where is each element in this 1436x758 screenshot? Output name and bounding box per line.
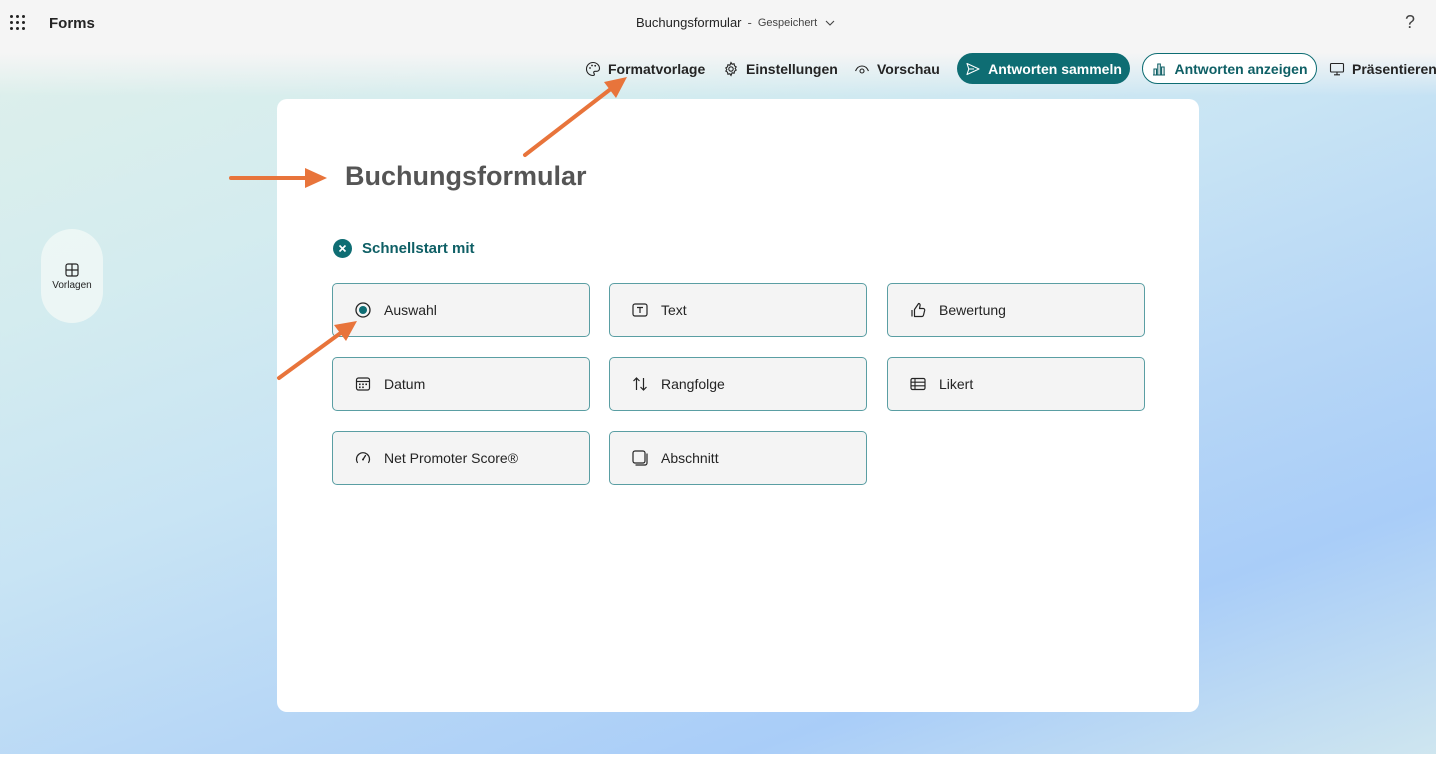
present-label: Präsentieren	[1352, 61, 1436, 77]
question-type-nps[interactable]: Net Promoter Score®	[332, 431, 590, 485]
bottom-edge	[0, 754, 1436, 758]
question-type-choice[interactable]: Auswahl	[332, 283, 590, 337]
title-separator: -	[747, 15, 752, 30]
question-type-text[interactable]: Text	[609, 283, 867, 337]
send-icon	[966, 62, 980, 75]
form-title[interactable]: Buchungsformular	[345, 161, 587, 192]
question-type-label: Bewertung	[939, 302, 1006, 318]
sort-arrows-icon	[633, 377, 647, 391]
question-type-date[interactable]: Datum	[332, 357, 590, 411]
question-type-label: Rangfolge	[661, 376, 725, 392]
view-responses-button[interactable]: Antworten anzeigen	[1142, 53, 1317, 84]
eye-icon	[854, 65, 870, 74]
preview-label: Vorschau	[877, 61, 940, 77]
section-icon	[632, 450, 648, 466]
chevron-down-icon	[825, 20, 835, 26]
document-title-text: Buchungsformular	[636, 15, 742, 30]
preview-button[interactable]: Vorschau	[854, 53, 940, 85]
question-type-label: Datum	[384, 376, 426, 392]
thumbs-up-icon	[911, 302, 926, 318]
question-type-rating[interactable]: Bewertung	[887, 283, 1145, 337]
templates-button[interactable]: Vorlagen	[41, 229, 103, 323]
question-type-label: Net Promoter Score®	[384, 450, 519, 466]
close-icon[interactable]	[333, 239, 352, 258]
gear-icon	[725, 61, 737, 77]
text-box-icon	[632, 303, 648, 317]
save-status: Gespeichert	[757, 16, 818, 29]
theme-label: Formatvorlage	[608, 61, 706, 77]
theme-button[interactable]: Formatvorlage	[585, 53, 705, 85]
question-type-section[interactable]: Abschnitt	[609, 431, 867, 485]
app-launcher-icon[interactable]	[10, 15, 26, 31]
settings-button[interactable]: Einstellungen	[723, 53, 838, 85]
quickstart-toggle[interactable]: Schnellstart mit	[333, 239, 475, 258]
question-type-label: Text	[661, 302, 687, 318]
document-title[interactable]: Buchungsformular - Gespeichert	[636, 15, 835, 30]
collect-responses-label: Antworten sammeln	[988, 60, 1122, 77]
form-card: Buchungsformular Schnellstart mit Auswah…	[277, 99, 1199, 712]
question-type-likert[interactable]: Likert	[887, 357, 1145, 411]
question-type-label: Abschnitt	[661, 450, 719, 466]
bar-chart-icon	[1153, 62, 1166, 76]
quickstart-label: Schnellstart mit	[362, 240, 475, 257]
question-type-label: Auswahl	[384, 302, 437, 318]
question-type-ranking[interactable]: Rangfolge	[609, 357, 867, 411]
presentation-icon	[1329, 62, 1345, 76]
app-name[interactable]: Forms	[49, 15, 95, 32]
palette-icon	[585, 61, 601, 77]
collect-responses-button[interactable]: Antworten sammeln	[957, 53, 1130, 84]
toolbar: Formatvorlage Einstellungen Vorschau Ant…	[0, 53, 1436, 85]
templates-label: Vorlagen	[52, 279, 92, 291]
likert-grid-icon	[910, 377, 926, 391]
radio-icon	[355, 302, 371, 318]
calendar-icon	[355, 377, 371, 391]
help-button[interactable]: ?	[1405, 12, 1415, 33]
view-responses-label: Antworten anzeigen	[1174, 60, 1308, 77]
question-type-label: Likert	[939, 376, 974, 392]
layout-icon	[65, 262, 79, 277]
settings-label: Einstellungen	[746, 61, 838, 77]
gauge-icon	[355, 452, 371, 464]
present-button[interactable]: Präsentieren	[1329, 53, 1436, 85]
